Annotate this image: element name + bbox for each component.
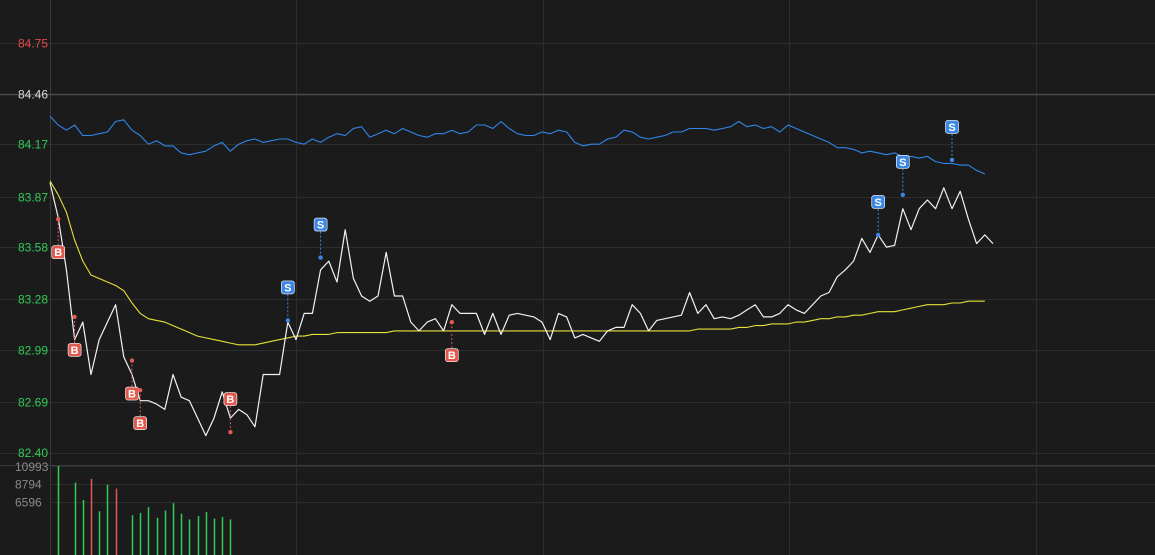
price-tick-label: 83.87 <box>18 191 48 205</box>
price-tick-label: 83.28 <box>18 293 48 307</box>
marker-label: B <box>128 389 136 401</box>
volume-bars <box>57 466 232 555</box>
marker-point <box>449 319 454 325</box>
marker-label: B <box>448 350 456 362</box>
grid-lines <box>0 0 1155 555</box>
chart-canvas: 84.75 84.46 84.17 83.87 83.58 83.28 82.99 82.69… <box>0 0 1155 555</box>
price-tick-label: 84.75 <box>18 37 48 51</box>
marker-point <box>56 217 61 222</box>
volume-axis-labels: 10993 8794 6596 <box>15 460 49 510</box>
average-line <box>49 180 985 346</box>
marker-label: S <box>948 122 955 134</box>
price-tick-label: 84.17 <box>18 138 48 152</box>
marker-label: S <box>284 282 291 294</box>
marker-point <box>228 429 233 435</box>
marker-point <box>285 318 290 323</box>
price-tick-label: 84.46 <box>18 88 48 102</box>
trade-markers: B B B B B B S S S S S <box>51 120 959 435</box>
marker-label: S <box>875 197 882 209</box>
marker-point <box>72 314 77 320</box>
price-tick-label: 82.99 <box>18 344 48 358</box>
marker-point <box>949 157 955 163</box>
marker-point <box>876 232 881 238</box>
marker-point <box>129 358 135 363</box>
marker-point <box>138 387 143 393</box>
price-line <box>49 182 994 437</box>
marker-label: B <box>136 418 144 430</box>
intraday-chart: 84.75 84.46 84.17 83.87 83.58 83.28 82.99 82.69… <box>0 0 1155 555</box>
volume-tick-label: 8794 <box>15 478 42 492</box>
marker-label: B <box>54 247 62 259</box>
marker-point <box>318 255 323 260</box>
marker-label: B <box>226 394 234 406</box>
price-tick-label: 82.69 <box>18 396 48 410</box>
marker-label: S <box>899 157 906 169</box>
upper-line <box>49 115 986 175</box>
price-tick-label: 82.40 <box>18 446 48 460</box>
volume-tick-label: 10993 <box>15 460 49 474</box>
price-tick-label: 83.58 <box>18 241 48 255</box>
marker-label: S <box>317 220 324 232</box>
marker-point <box>900 192 905 197</box>
price-lines <box>49 115 994 437</box>
marker-label: B <box>71 345 79 357</box>
volume-tick-label: 6596 <box>15 496 42 510</box>
price-axis-labels: 84.75 84.46 84.17 83.87 83.58 83.28 82.99 82.69… <box>18 37 48 461</box>
